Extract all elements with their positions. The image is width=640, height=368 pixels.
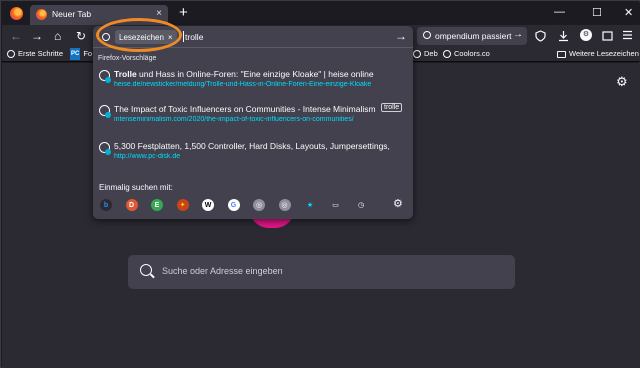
search-settings-icon[interactable]: ⚙ xyxy=(393,197,403,210)
globe-icon xyxy=(413,50,421,58)
suggestion-title: The Impact of Toxic Influencers on Commu… xyxy=(114,104,376,114)
content-search-input[interactable]: Suche oder Adresse eingeben xyxy=(128,255,515,289)
download-icon[interactable] xyxy=(558,30,569,42)
urlbar-typed-text: trolle xyxy=(185,32,204,42)
bookmark-coolors[interactable]: Coolors.co xyxy=(443,48,490,60)
suggestion-title-match: Trolle xyxy=(114,69,137,79)
tabs-icon[interactable]: ▭ xyxy=(329,199,342,211)
text-caret xyxy=(183,31,184,42)
ecosia-icon[interactable]: E xyxy=(151,199,163,211)
bookmark-fo[interactable]: PC Fo xyxy=(70,48,92,60)
suggestion-url: http://www.pc-disk.de xyxy=(114,153,181,160)
suggestion-title: 5,300 Festplatten, 1,500 Controller, Har… xyxy=(114,141,390,151)
globe-icon xyxy=(7,50,15,58)
tab-strip: Neuer Tab × + — ☐ ✕ xyxy=(2,2,640,25)
extensions-icon[interactable] xyxy=(602,30,613,42)
profile-icon[interactable]: ⚙ xyxy=(580,29,592,41)
search-bar[interactable]: ompendium passiert → xyxy=(417,27,527,45)
bing-icon[interactable]: b xyxy=(100,199,112,211)
urlbar-input[interactable]: Lesezeichen × trolle → xyxy=(93,26,413,48)
globe-icon xyxy=(443,50,451,58)
forward-button[interactable]: → xyxy=(31,28,43,44)
search-icon xyxy=(102,33,110,41)
bookmark-deb[interactable]: Deb xyxy=(413,48,438,60)
folder-icon xyxy=(557,50,566,58)
bookmarks-star-icon[interactable]: ★ xyxy=(304,199,316,211)
one-off-label: Einmalig suchen mit: xyxy=(99,183,173,192)
one-off-engines: b D E ✦ W G ◎ ◎ ★ ▭ ◷ xyxy=(93,197,413,215)
tab-close-icon[interactable]: × xyxy=(156,8,162,19)
bookmark-globe-icon xyxy=(99,105,111,118)
browser-window: Neuer Tab × + — ☐ ✕ ← → ⌂ ↻ ompendium pa… xyxy=(0,0,640,368)
chip-label: Lesezeichen xyxy=(119,32,164,42)
maximize-button[interactable]: ☐ xyxy=(592,6,602,19)
bookmark-erste-schritte[interactable]: Erste Schritte xyxy=(7,48,63,60)
customize-settings-icon[interactable]: ⚙ xyxy=(616,74,628,90)
other-bookmarks-folder[interactable]: Weitere Lesezeichen xyxy=(557,48,639,60)
chip-close-icon[interactable]: × xyxy=(168,33,173,42)
google-icon[interactable]: G xyxy=(227,199,240,211)
bookmark-globe-icon xyxy=(99,142,111,155)
firefox-logo-icon xyxy=(10,7,23,20)
suggestion-tag: trolle xyxy=(381,103,403,112)
go-arrow-icon[interactable]: → xyxy=(395,29,407,43)
menu-icon[interactable] xyxy=(622,30,633,40)
search-icon xyxy=(423,31,431,39)
history-icon[interactable]: ◷ xyxy=(355,199,367,211)
suggestion-row[interactable]: The Impact of Toxic Influencers on Commu… xyxy=(93,102,413,128)
suggestion-url: heise.de/newsticker/meldung/Trolle-und-H… xyxy=(114,81,372,88)
search-icon xyxy=(140,264,152,276)
suggestion-title: und Hass in Online-Foren: "Eine einzige … xyxy=(136,69,374,79)
suggestion-row[interactable]: Trolle und Hass in Online-Foren: "Eine e… xyxy=(93,67,413,93)
minimize-button[interactable]: — xyxy=(554,6,565,18)
tab-title: Neuer Tab xyxy=(52,9,92,19)
search-mode-chip[interactable]: Lesezeichen × xyxy=(115,30,177,44)
search-go-icon[interactable]: → xyxy=(513,29,523,40)
suggestion-url: intenseminimalism.com/2020/the-impact-of… xyxy=(114,116,354,123)
bookmark-site-icon[interactable]: ✦ xyxy=(176,199,189,211)
shield-icon[interactable] xyxy=(535,30,546,42)
search-engine-icon[interactable]: ◎ xyxy=(253,199,265,211)
search-bar-text: ompendium passiert xyxy=(435,31,512,41)
new-tab-button[interactable]: + xyxy=(179,4,188,22)
reload-button[interactable]: ↻ xyxy=(76,28,86,44)
search-placeholder: Suche oder Adresse eingeben xyxy=(162,266,283,276)
close-window-button[interactable]: ✕ xyxy=(624,6,633,19)
suggestions-header: Firefox-Vorschläge xyxy=(98,55,157,62)
wikipedia-icon[interactable]: W xyxy=(202,199,214,211)
suggestion-row[interactable]: 5,300 Festplatten, 1,500 Controller, Har… xyxy=(93,139,413,165)
pc-badge-icon: PC xyxy=(70,48,81,60)
search-engine-2-icon[interactable]: ◎ xyxy=(278,199,291,211)
urlbar-popup: Lesezeichen × trolle → Firefox-Vorschläg… xyxy=(93,26,413,219)
duckduckgo-icon[interactable]: D xyxy=(125,199,138,211)
home-button[interactable]: ⌂ xyxy=(54,28,61,44)
bookmark-globe-icon xyxy=(99,70,111,83)
tab-new-tab[interactable]: Neuer Tab × xyxy=(30,5,168,25)
firefox-favicon-icon xyxy=(36,9,47,20)
back-button[interactable]: ← xyxy=(10,28,22,44)
